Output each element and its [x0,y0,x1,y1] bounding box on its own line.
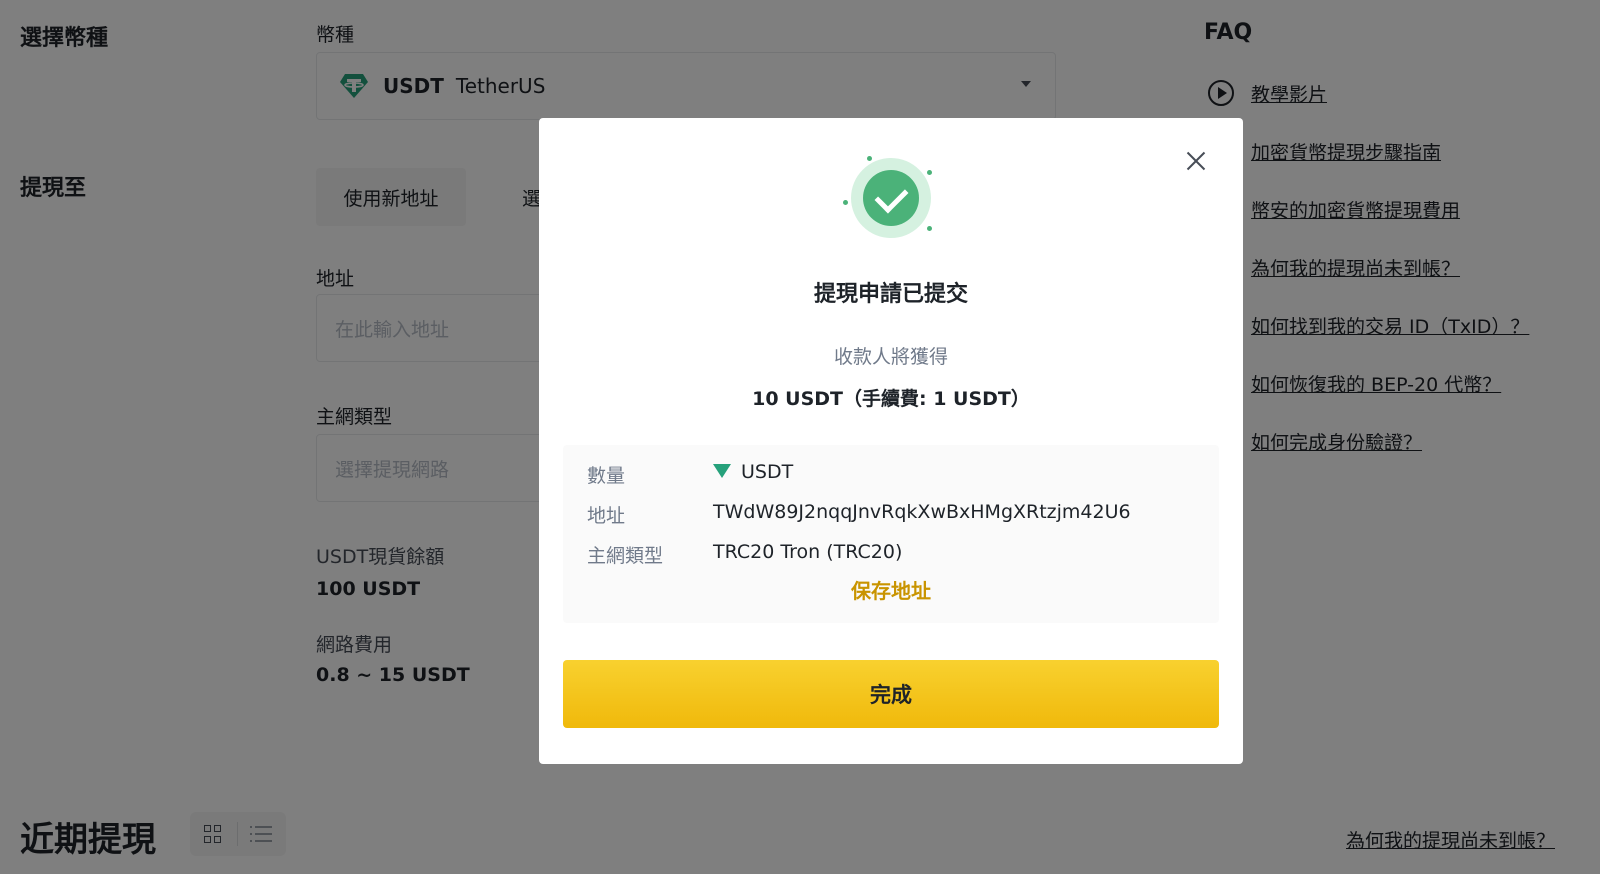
quantity-key: 數量 [587,465,626,487]
address-value: TWdW89J2nqqJnvRqkXwBxHMgXRtzjm42U6 [713,501,1131,523]
recipient-label: 收款人將獲得 [833,346,948,368]
success-check-icon [841,156,933,242]
withdraw-success-modal: 提現申請已提交 收款人將獲得 10 USDT（手續費: 1 USDT） 數量 U… [539,118,1243,764]
withdraw-details: 數量 USDT 地址 TWdW89J2nqqJnvRqkXwBxHMgXRtzj… [563,445,1219,623]
save-address-link[interactable]: 保存地址 [563,575,1219,604]
network-value: TRC20 Tron (TRC20) [713,541,903,563]
done-button[interactable]: 完成 [563,660,1219,728]
recipient-amount: 10 USDT（手續費: 1 USDT） [752,388,1030,410]
quantity-value: USDT [713,461,793,483]
address-key: 地址 [587,505,626,527]
modal-title: 提現申請已提交 [813,282,968,307]
network-key: 主網類型 [587,545,664,567]
close-icon[interactable] [1185,150,1207,172]
tether-icon [713,463,731,478]
